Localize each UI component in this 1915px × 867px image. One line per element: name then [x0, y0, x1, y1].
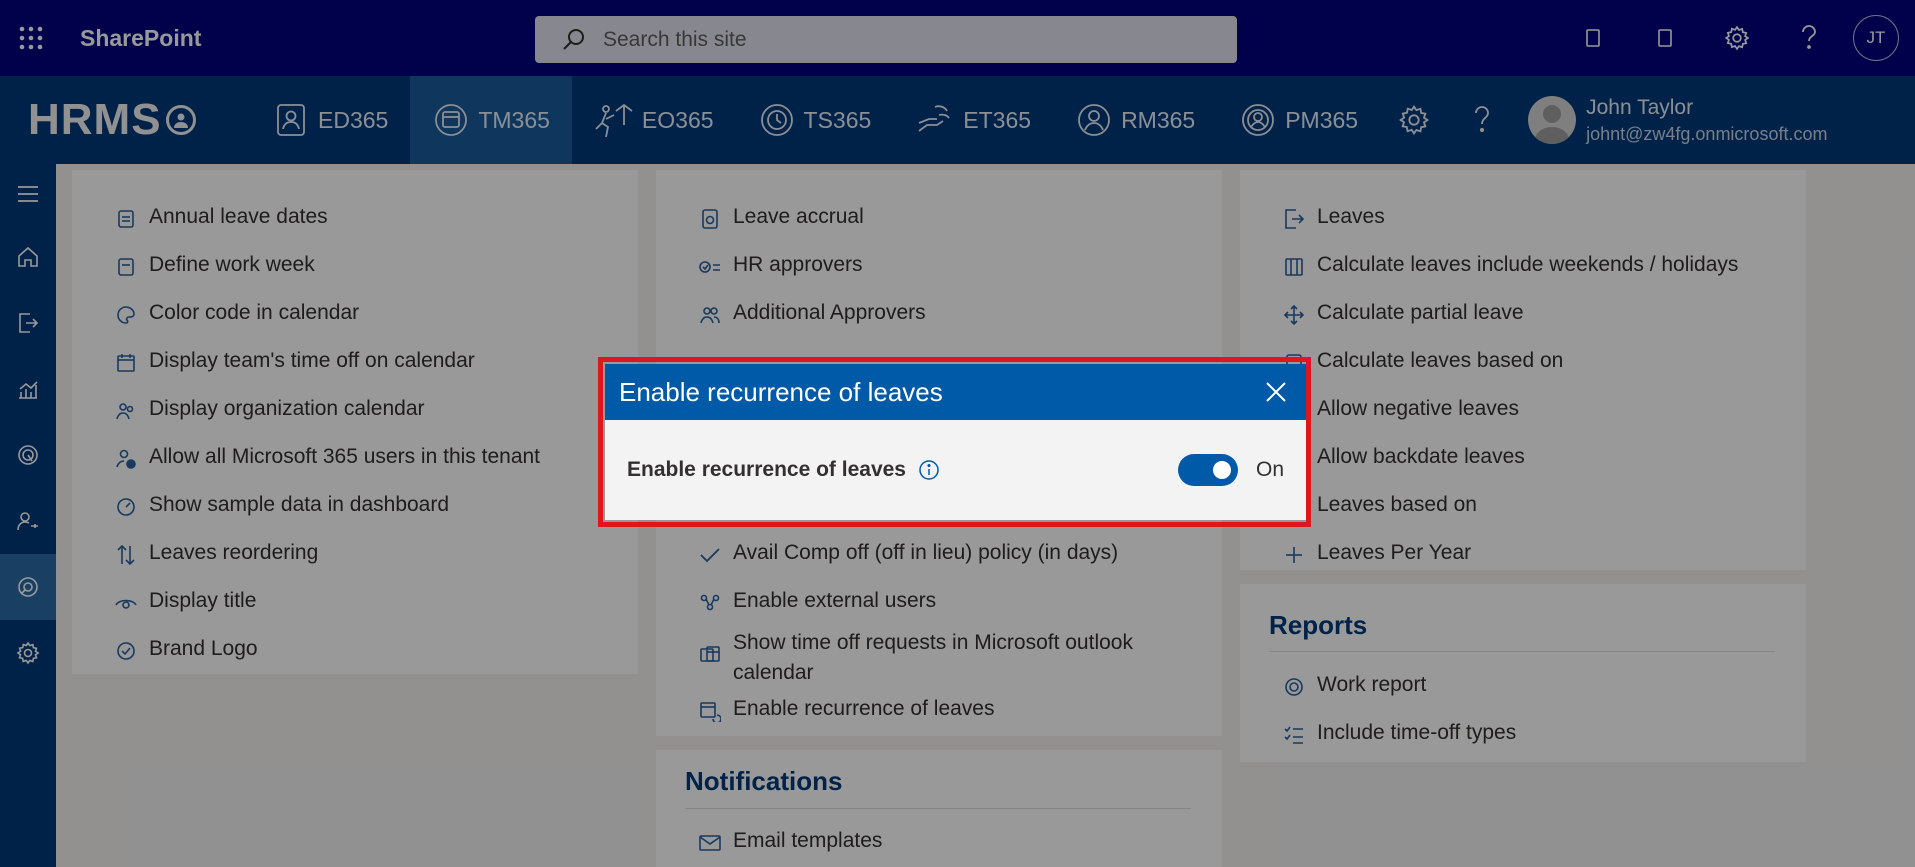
toggle-knob — [1212, 461, 1231, 479]
recurrence-dialog: Enable recurrence of leaves Enable recur… — [605, 364, 1306, 520]
close-button[interactable] — [1260, 376, 1292, 408]
modal-overlay-top — [0, 0, 1915, 164]
dialog-title: Enable recurrence of leaves — [619, 376, 943, 407]
info-icon[interactable] — [918, 459, 940, 481]
toggle-state-label: On — [1255, 458, 1284, 481]
recurrence-field-label: Enable recurrence of leaves — [627, 458, 906, 481]
recurrence-toggle[interactable] — [1177, 454, 1238, 486]
dialog-header: Enable recurrence of leaves — [605, 364, 1306, 420]
close-icon — [1266, 382, 1286, 402]
recurrence-toggle-group: On — [1177, 454, 1284, 486]
dialog-body: Enable recurrence of leaves On — [605, 420, 1306, 520]
